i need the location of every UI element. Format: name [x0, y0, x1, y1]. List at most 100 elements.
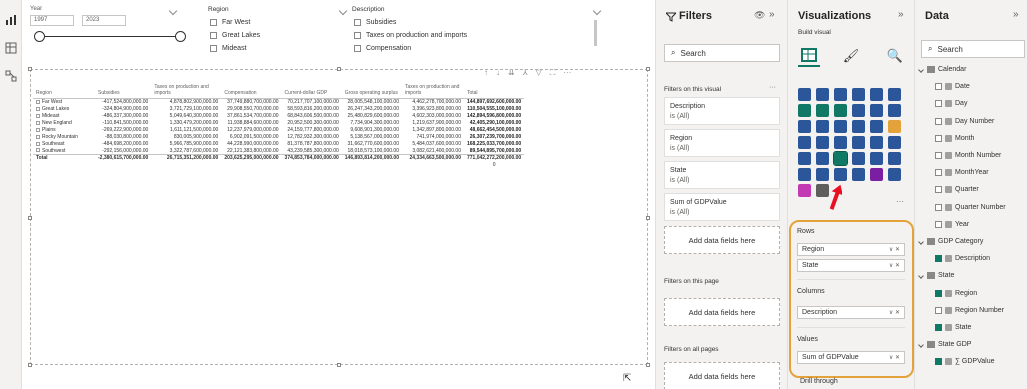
- region-option[interactable]: Mideast: [210, 43, 247, 53]
- checkbox-icon[interactable]: [935, 358, 942, 366]
- table-row[interactable]: New England -110,841,500,000.00 1,330,479,…: [33, 120, 524, 127]
- rows-field-state[interactable]: State ∨ ✕: [797, 259, 905, 272]
- pill-actions-icon[interactable]: ∨ ✕: [889, 354, 900, 361]
- description-slicer-scrollbar[interactable]: [594, 20, 597, 46]
- key-influencers-icon[interactable]: [888, 152, 901, 165]
- table-row[interactable]: Mideast -486,337,300,000.00 5,049,640,300,…: [33, 113, 524, 120]
- chevron-down-icon[interactable]: [918, 66, 924, 73]
- table-node[interactable]: State GDP: [918, 341, 971, 349]
- funnel-chart-icon[interactable]: [816, 120, 829, 133]
- table-row[interactable]: Southwest -292,156,000,000.00 3,322,787,60…: [33, 148, 524, 155]
- expand-row-icon[interactable]: [36, 99, 40, 104]
- checkbox-icon[interactable]: [935, 220, 942, 228]
- checkbox-icon[interactable]: [935, 306, 942, 314]
- resize-handle[interactable]: [28, 67, 32, 71]
- column-header[interactable]: Gross operating surplus: [341, 84, 402, 99]
- year-slicer[interactable]: Year 1997 2023: [30, 6, 202, 50]
- python-visual-icon[interactable]: [870, 152, 883, 165]
- r-visual-icon[interactable]: [852, 152, 865, 165]
- table-row[interactable]: Great Lakes -324,804,900,000.00 3,721,729,…: [33, 106, 524, 113]
- checkbox-icon[interactable]: [210, 18, 217, 26]
- add-all-pages-filter-dropzone[interactable]: Add data fields here: [664, 362, 780, 389]
- format-visual-tab-icon[interactable]: 🖌: [840, 45, 862, 67]
- table-row[interactable]: Rocky Mountain -88,030,800,000.00 830,005,…: [33, 134, 524, 141]
- kpi-icon[interactable]: [798, 152, 811, 165]
- matrix-visual[interactable]: Region Subsidies Taxes on production and…: [28, 67, 650, 367]
- stacked-column-chart-icon[interactable]: [816, 88, 829, 101]
- year-slider-start-handle[interactable]: [34, 31, 45, 42]
- collapse-pane-icon[interactable]: »: [769, 9, 775, 20]
- field-node[interactable]: Region: [935, 289, 977, 297]
- smart-narrative-icon[interactable]: [834, 168, 847, 181]
- power-apps-icon[interactable]: [870, 168, 883, 181]
- filters-search-input[interactable]: ⌕ Search: [664, 44, 780, 62]
- checkbox-icon[interactable]: [935, 203, 942, 211]
- expand-row-icon[interactable]: [36, 148, 40, 153]
- description-slicer[interactable]: Description Subsidies Taxes on productio…: [352, 6, 597, 56]
- azure-map-icon[interactable]: [852, 136, 865, 149]
- field-node[interactable]: Description: [935, 255, 990, 263]
- pill-actions-icon[interactable]: ∨ ✕: [889, 309, 900, 316]
- metrics-icon[interactable]: [798, 184, 811, 197]
- column-header[interactable]: Compensation: [221, 84, 282, 99]
- build-visual-tab-icon[interactable]: [798, 45, 820, 67]
- qna-icon[interactable]: [816, 168, 829, 181]
- line-stacked-column-icon[interactable]: [870, 104, 883, 117]
- field-node[interactable]: Year: [935, 220, 969, 228]
- checkbox-icon[interactable]: [935, 289, 942, 297]
- card-icon[interactable]: [888, 136, 901, 149]
- eye-icon[interactable]: 👁: [754, 10, 765, 21]
- clustered-bar-chart-icon[interactable]: [834, 88, 847, 101]
- description-option[interactable]: Subsidies: [354, 17, 396, 27]
- map-icon[interactable]: [798, 136, 811, 149]
- shape-map-icon[interactable]: [834, 136, 847, 149]
- column-header[interactable]: Region: [33, 84, 95, 99]
- more-options-icon[interactable]: ···: [769, 84, 776, 91]
- expand-row-icon[interactable]: [36, 106, 40, 111]
- checkbox-icon[interactable]: [935, 152, 942, 159]
- scatter-chart-icon[interactable]: [834, 120, 847, 133]
- pie-chart-icon[interactable]: [852, 120, 865, 133]
- pill-actions-icon[interactable]: ∨ ✕: [889, 262, 900, 269]
- line-column-chart-icon[interactable]: [852, 104, 865, 117]
- description-option[interactable]: Taxes on production and imports: [354, 30, 467, 40]
- field-node[interactable]: Date: [935, 83, 970, 91]
- more-visuals-icon[interactable]: ···: [896, 197, 904, 206]
- checkbox-icon[interactable]: [935, 186, 942, 194]
- filled-map-icon[interactable]: [816, 136, 829, 149]
- filter-card-state[interactable]: State is (All): [664, 161, 780, 189]
- values-field-sum-gdpvalue[interactable]: Sum of GDPValue ∨ ✕: [797, 351, 905, 364]
- resize-handle[interactable]: [337, 363, 341, 367]
- resize-handle[interactable]: [28, 216, 32, 220]
- field-node[interactable]: ∑ GDPValue: [935, 358, 995, 366]
- field-node[interactable]: Quarter: [935, 186, 979, 194]
- expand-row-icon[interactable]: [36, 113, 40, 118]
- add-visual-filter-dropzone[interactable]: Add data fields here: [664, 226, 780, 254]
- table-node[interactable]: Calendar: [918, 66, 966, 73]
- field-node[interactable]: Month: [935, 134, 974, 142]
- checkbox-icon[interactable]: [935, 134, 942, 142]
- table-node[interactable]: State: [918, 272, 954, 280]
- matrix-icon[interactable]: [833, 151, 848, 166]
- year-from-input[interactable]: 1997: [30, 15, 74, 26]
- table-row[interactable]: Southeast -484,698,200,000.00 5,966,785,90…: [33, 141, 524, 148]
- treemap-icon[interactable]: [888, 120, 901, 133]
- resize-handle[interactable]: [646, 67, 650, 71]
- table-view-icon[interactable]: [5, 42, 17, 54]
- checkbox-icon[interactable]: [935, 169, 942, 177]
- region-option[interactable]: Great Lakes: [210, 30, 260, 40]
- checkbox-icon[interactable]: [935, 100, 942, 108]
- region-slicer[interactable]: Region Far West Great Lakes Mideast: [208, 6, 343, 56]
- field-node[interactable]: Day: [935, 100, 967, 108]
- chevron-down-icon[interactable]: [918, 341, 924, 348]
- expand-row-icon[interactable]: [36, 127, 40, 132]
- field-node[interactable]: Month Number: [935, 152, 1001, 159]
- area-chart-icon[interactable]: [816, 104, 829, 117]
- column-header[interactable]: Taxes on production and imports: [401, 84, 464, 99]
- checkbox-icon[interactable]: [354, 44, 361, 52]
- expand-row-icon[interactable]: [36, 120, 40, 125]
- stacked-bar-chart-icon[interactable]: [798, 88, 811, 101]
- ribbon-chart-icon[interactable]: [888, 104, 901, 117]
- checkbox-icon[interactable]: [935, 83, 942, 91]
- column-header[interactable]: Subsidies: [95, 84, 152, 99]
